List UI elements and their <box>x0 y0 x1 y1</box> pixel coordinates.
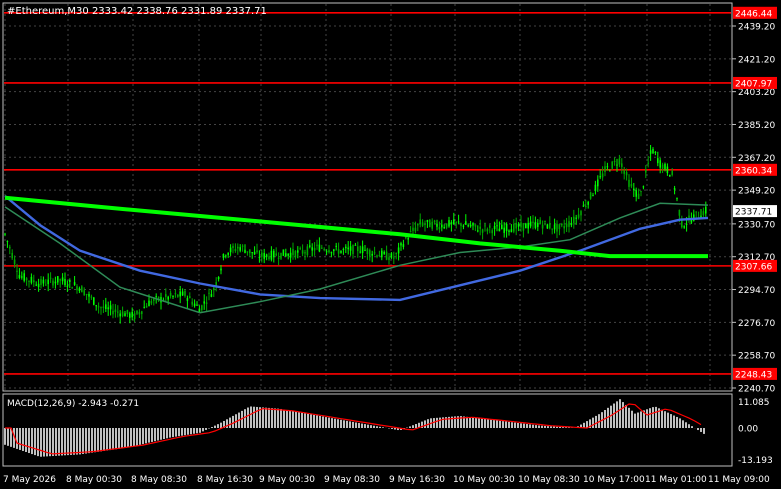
grid-lines <box>4 4 731 390</box>
time-tick-label: 10 May 08:30 <box>518 475 580 485</box>
ma-teal-line <box>4 202 709 314</box>
time-tick-label: 9 May 00:30 <box>259 475 315 485</box>
level-label: 2446.44 <box>735 9 772 19</box>
time-tick-label: 8 May 00:30 <box>66 475 122 485</box>
level-label: 2307.66 <box>735 262 772 272</box>
price-tick-label: 2258.70 <box>738 352 775 362</box>
price-tick-label: 2403.20 <box>738 88 775 98</box>
ma-green-line <box>4 195 708 259</box>
candlesticks <box>4 144 707 324</box>
time-tick-label: 11 May 09:00 <box>708 475 770 485</box>
time-tick-label: 10 May 17:00 <box>583 475 645 485</box>
price-tick-label: 2330.70 <box>738 220 775 230</box>
macd-label: MACD(12,26,9) -2.943 -0.271 <box>7 399 139 409</box>
price-tick-label: 2367.20 <box>738 154 775 164</box>
price-tick-label: 2294.70 <box>738 286 775 296</box>
price-tick-label: 2385.20 <box>738 121 775 131</box>
main-chart-area[interactable] <box>2 2 733 392</box>
current-price-tag: 2337.71 <box>733 205 777 218</box>
time-tick-label: 8 May 08:30 <box>131 475 187 485</box>
moving-averages <box>4 195 709 314</box>
time-tick-label: 8 May 16:30 <box>197 475 253 485</box>
price-tick-label: 2276.70 <box>738 319 775 329</box>
level-label: 2248.43 <box>735 370 772 380</box>
macd-tick-label: 11.085 <box>738 398 770 408</box>
time-tick-label: 9 May 16:30 <box>389 475 445 485</box>
time-tick-label: 9 May 08:30 <box>324 475 380 485</box>
macd-tick-label: 0.00 <box>738 425 758 435</box>
current-price-label: 2337.71 <box>735 208 772 218</box>
chart-title: #Ethereum,M30 2333.42 2338.76 2331.89 23… <box>7 6 267 17</box>
price-tick-label: 2349.20 <box>738 187 775 197</box>
time-tick-label: 11 May 01:00 <box>645 475 707 485</box>
price-tick-label: 2439.20 <box>738 23 775 33</box>
time-tick-label: 7 May 2026 <box>3 475 56 485</box>
level-label: 2407.97 <box>735 79 772 89</box>
horizontal-levels <box>4 11 731 375</box>
macd-tick-label: -13.193 <box>738 456 773 466</box>
level-label: 2360.34 <box>735 166 772 176</box>
macd-axis: 11.085 0.00 -13.193 <box>738 398 773 466</box>
time-axis: 7 May 2026 8 May 00:30 8 May 08:30 8 May 16… <box>3 475 770 485</box>
time-tick-label: 10 May 00:30 <box>453 475 515 485</box>
price-tick-label: 2240.70 <box>738 385 775 395</box>
trading-chart[interactable]: #Ethereum,M30 2333.42 2338.76 2331.89 23… <box>0 0 781 489</box>
ma-blue-line <box>4 195 709 302</box>
price-tick-label: 2421.20 <box>738 55 775 65</box>
